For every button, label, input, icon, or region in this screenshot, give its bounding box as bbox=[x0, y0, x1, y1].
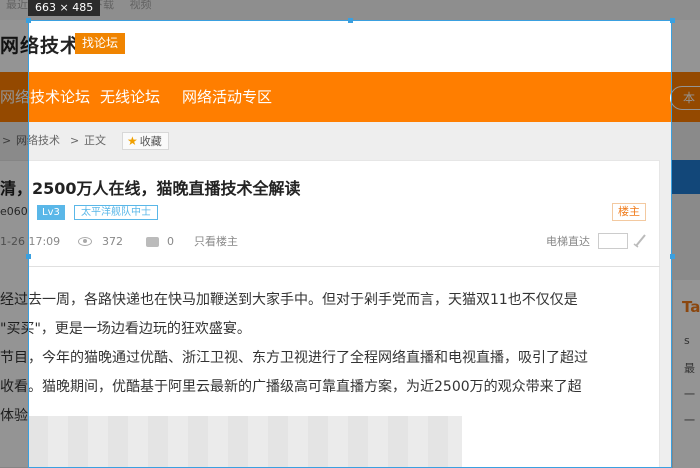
resize-handle[interactable] bbox=[348, 18, 353, 23]
resize-handle[interactable] bbox=[26, 254, 31, 259]
resize-handle[interactable] bbox=[26, 18, 31, 23]
divider bbox=[28, 266, 660, 267]
post-card: 清，2500万人在线，猫晚直播技术全解读 e060 Lv3 太平洋舰队中士 楼主… bbox=[0, 160, 660, 468]
logo-row: 网络技术 找论坛 bbox=[0, 20, 700, 72]
eye-icon bbox=[78, 237, 92, 246]
breadcrumb-separator: > bbox=[2, 134, 12, 147]
resize-handle[interactable] bbox=[670, 254, 675, 259]
post-image bbox=[28, 416, 462, 468]
post-paragraph: 经过去一周，各路快递也在快马加鞭送到大家手中。但对于剁手党而言，天猫双11也不仅… bbox=[0, 292, 578, 308]
rank-badge: 太平洋舰队中士 bbox=[74, 205, 158, 220]
post-body: 经过去一周，各路快递也在快马加鞭送到大家手中。但对于剁手党而言，天猫双11也不仅… bbox=[0, 286, 652, 431]
nav-right-button[interactable]: 本 bbox=[670, 86, 700, 110]
side-heading: Ta bbox=[682, 298, 700, 316]
side-line: 一 bbox=[684, 388, 695, 401]
top-strip-item[interactable]: 最近 bbox=[6, 0, 28, 11]
author-name[interactable]: e060 bbox=[0, 205, 28, 218]
side-line: s bbox=[684, 334, 690, 347]
owner-tag: 楼主 bbox=[612, 203, 646, 221]
nav-item-wireless-forum[interactable]: 无线论坛 bbox=[100, 72, 160, 122]
resize-handle[interactable] bbox=[670, 18, 675, 23]
post-paragraph: 收看。猫晚期间，优酷基于阿里云最新的广播级高可靠直播方案，为近2500万的观众带… bbox=[0, 379, 582, 395]
breadcrumb-separator: > bbox=[70, 134, 80, 147]
comment-icon bbox=[146, 237, 159, 247]
star-icon: ★ bbox=[127, 134, 138, 148]
side-line: 最 bbox=[684, 362, 695, 375]
main-nav: 网络技术论坛 无线论坛 网络活动专区 本 bbox=[0, 72, 700, 122]
selection-size-badge: 663 × 485 bbox=[28, 0, 101, 16]
find-forum-button[interactable]: 找论坛 bbox=[75, 33, 126, 54]
elevator-label: 电梯直达 bbox=[546, 235, 590, 248]
top-strip-item[interactable]: 视频 bbox=[130, 0, 152, 11]
post-paragraph: 节目，今年的猫晚通过优酷、浙江卫视、东方卫视进行了全程网络直播和电视直播，吸引了… bbox=[0, 350, 588, 366]
post-date: 1-26 17:09 bbox=[0, 235, 61, 248]
pen-icon[interactable] bbox=[633, 232, 647, 248]
post-title: 清，2500万人在线，猫晚直播技术全解读 bbox=[0, 179, 301, 198]
site-title[interactable]: 网络技术 bbox=[0, 31, 80, 58]
top-strip: 最近 … 软件下载 视频 bbox=[0, 0, 700, 20]
floor-jump-input[interactable] bbox=[598, 233, 628, 249]
side-line: 一 bbox=[684, 414, 695, 427]
breadcrumb: > 网络技术 > 正文 ★ 收藏 bbox=[0, 128, 660, 154]
breadcrumb-current: 正文 bbox=[84, 134, 106, 147]
favorite-button[interactable]: ★ 收藏 bbox=[122, 132, 169, 150]
post-paragraph: "买买"，更是一场边看边玩的狂欢盛宴。 bbox=[0, 321, 251, 337]
nav-item-activity-zone[interactable]: 网络活动专区 bbox=[182, 72, 272, 122]
breadcrumb-link-network[interactable]: 网络技术 bbox=[16, 128, 60, 154]
post-meta: 1-26 17:09 372 0 只看楼主 电梯直达 bbox=[0, 233, 660, 251]
level-badge: Lv3 bbox=[37, 205, 65, 220]
view-count: 372 bbox=[102, 235, 123, 248]
side-blue-tab[interactable] bbox=[672, 160, 700, 194]
only-owner-link[interactable]: 只看楼主 bbox=[194, 233, 238, 251]
favorite-label: 收藏 bbox=[139, 135, 162, 148]
comment-count: 0 bbox=[167, 235, 174, 248]
nav-item-network-forum[interactable]: 网络技术论坛 bbox=[0, 72, 90, 122]
